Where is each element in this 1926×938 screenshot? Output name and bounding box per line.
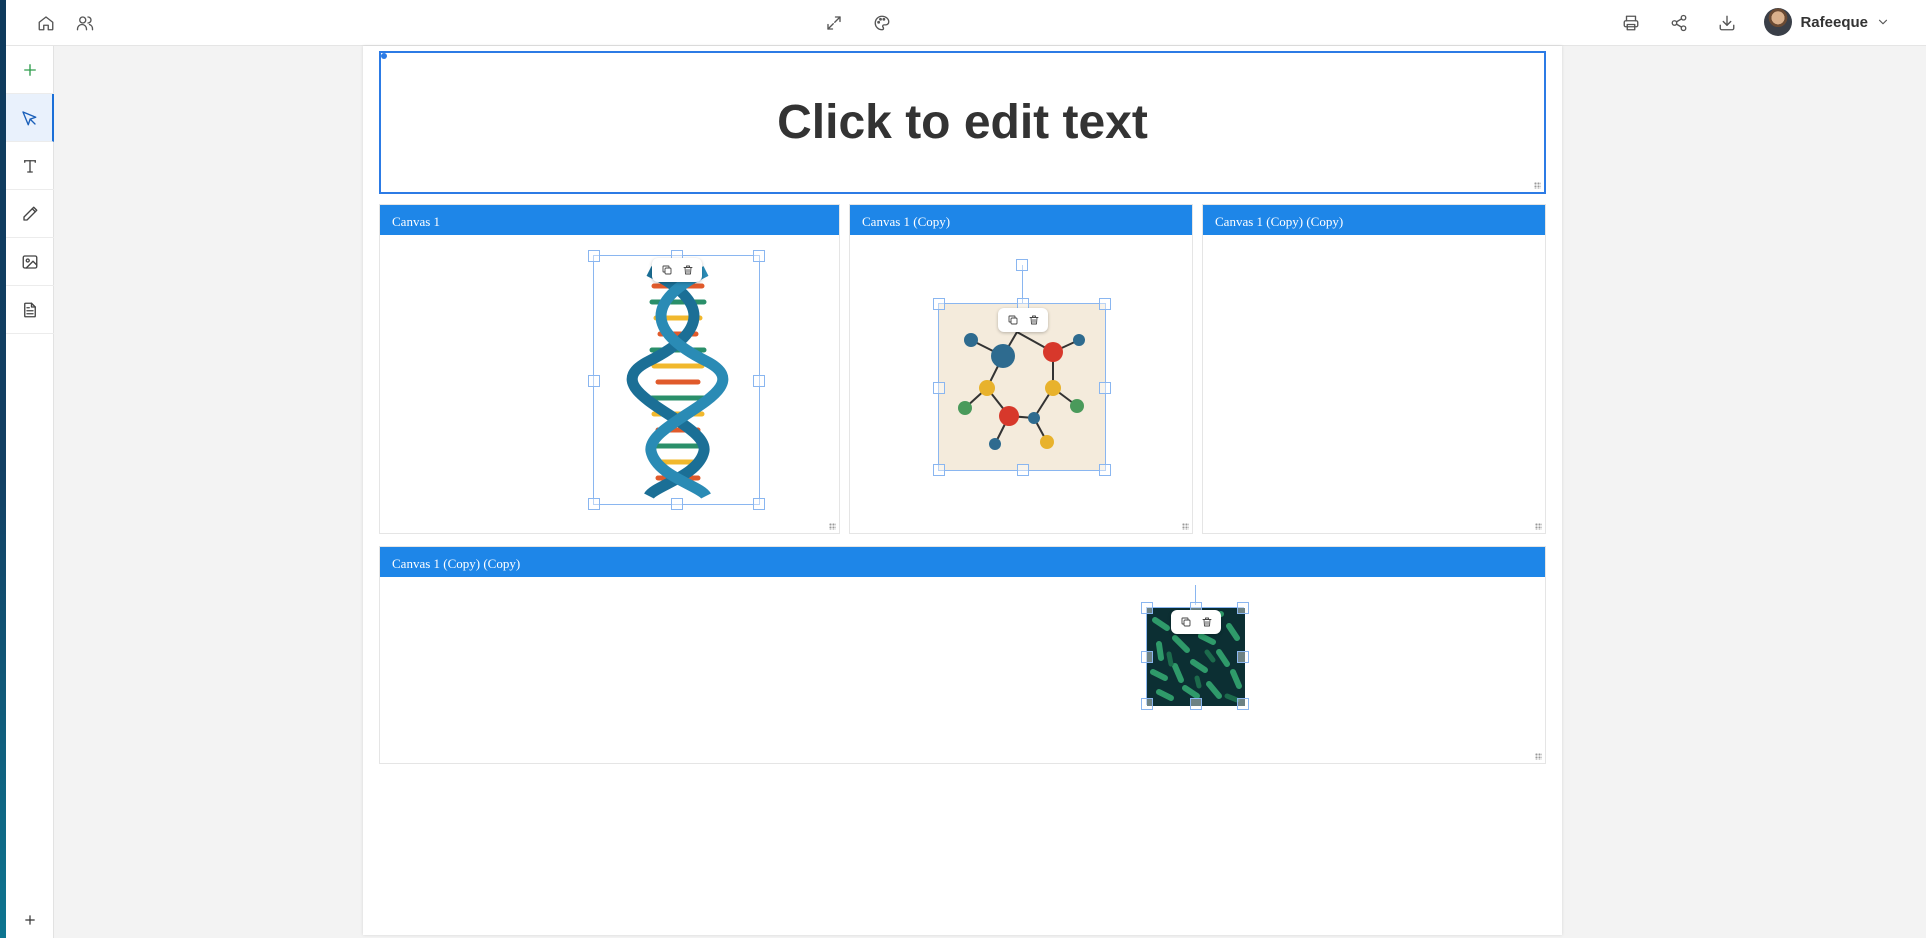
resize-handle[interactable] [1535, 523, 1542, 530]
resize-handle[interactable] [1141, 698, 1153, 710]
user-menu[interactable]: Rafeeque [1764, 8, 1890, 36]
draw-tool-button[interactable] [6, 190, 54, 238]
image-action-toolbar [998, 308, 1048, 332]
avatar [1764, 8, 1793, 36]
resize-handle[interactable] [671, 498, 683, 510]
canvas-title[interactable]: Canvas 1 (Copy) [850, 205, 1192, 235]
image-icon [22, 254, 38, 269]
resize-handle[interactable] [588, 498, 600, 510]
palette-icon[interactable] [870, 11, 894, 35]
canvas-title[interactable]: Canvas 1 [380, 205, 839, 235]
resize-handle[interactable] [753, 375, 765, 387]
resize-handle[interactable] [1141, 651, 1153, 663]
trash-icon[interactable] [1026, 312, 1042, 328]
resize-handle[interactable] [1237, 651, 1249, 663]
copy-icon[interactable] [659, 262, 675, 278]
resize-handle[interactable] [1141, 602, 1153, 614]
trash-icon[interactable] [1199, 614, 1215, 630]
plus-icon [25, 915, 35, 925]
text-tool-button[interactable] [6, 142, 54, 190]
canvas-panel[interactable]: Canvas 1 (Copy) (Copy) [1202, 204, 1546, 534]
users-icon[interactable] [73, 11, 97, 35]
plus-icon [24, 63, 36, 76]
resize-handle[interactable] [1534, 182, 1541, 189]
canvas-panel[interactable]: Canvas 1 [379, 204, 840, 534]
resize-handle[interactable] [753, 250, 765, 262]
image-action-toolbar [652, 258, 702, 282]
title-text[interactable]: Click to edit text [777, 95, 1148, 150]
image-selection[interactable] [933, 298, 1111, 476]
resize-handle[interactable] [829, 523, 836, 530]
canvas-panel[interactable]: Canvas 1 (Copy) [849, 204, 1193, 534]
resize-handle[interactable] [1099, 382, 1111, 394]
dna-helix-image[interactable] [594, 256, 761, 506]
select-tool-button[interactable] [6, 94, 54, 142]
copy-icon[interactable] [1005, 312, 1021, 328]
resize-handle[interactable] [588, 375, 600, 387]
resize-handle[interactable] [1017, 464, 1029, 476]
expand-icon[interactable] [822, 11, 846, 35]
trash-icon[interactable] [680, 262, 696, 278]
user-name: Rafeeque [1800, 13, 1868, 31]
tool-sidebar [6, 46, 54, 938]
resize-handle[interactable] [1182, 523, 1189, 530]
resize-handle[interactable] [933, 464, 945, 476]
image-tool-button[interactable] [6, 238, 54, 286]
rotate-handle[interactable] [1016, 259, 1028, 271]
image-selection[interactable] [588, 250, 765, 510]
document-page: Click to edit text Canvas 1 Canvas 1 (Co… [363, 46, 1562, 935]
resize-handle[interactable] [1237, 602, 1249, 614]
resize-handle[interactable] [1535, 753, 1542, 760]
title-text-box[interactable]: Click to edit text [379, 51, 1546, 194]
image-selection[interactable] [1141, 602, 1249, 710]
download-icon[interactable] [1715, 11, 1739, 35]
pencil-icon [23, 206, 38, 221]
print-icon[interactable] [1619, 11, 1643, 35]
share-icon[interactable] [1667, 11, 1691, 35]
resize-handle[interactable] [1190, 698, 1202, 710]
cursor-arrow-icon [22, 110, 37, 125]
canvas-title[interactable]: Canvas 1 (Copy) (Copy) [380, 547, 1545, 577]
document-tool-button[interactable] [6, 286, 54, 334]
resize-handle[interactable] [1237, 698, 1249, 710]
drag-handle[interactable] [381, 53, 387, 59]
resize-handle[interactable] [1099, 464, 1111, 476]
top-toolbar: Rafeeque [6, 0, 1926, 46]
resize-handle[interactable] [588, 250, 600, 262]
add-element-button[interactable] [6, 46, 54, 94]
chevron-down-icon [1878, 19, 1888, 25]
copy-icon[interactable] [1178, 614, 1194, 630]
resize-handle[interactable] [1099, 298, 1111, 310]
resize-handle[interactable] [753, 498, 765, 510]
image-action-toolbar [1171, 610, 1221, 634]
resize-handle[interactable] [933, 298, 945, 310]
resize-handle[interactable] [933, 382, 945, 394]
text-icon [24, 159, 36, 173]
canvas-title[interactable]: Canvas 1 (Copy) (Copy) [1203, 205, 1545, 235]
home-icon[interactable] [34, 11, 58, 35]
document-icon [24, 302, 36, 317]
canvas-panel[interactable]: Canvas 1 (Copy) (Copy) [379, 546, 1546, 764]
add-page-button[interactable] [6, 902, 54, 938]
